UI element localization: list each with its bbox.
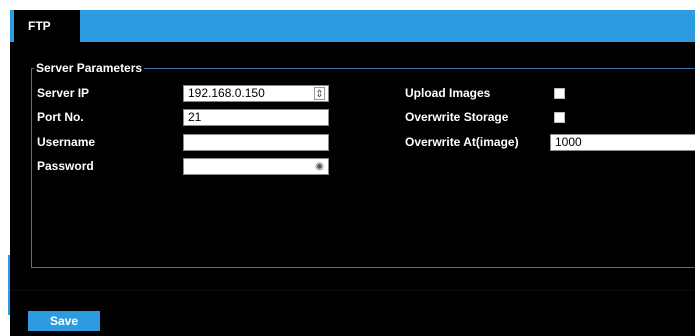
upload-images-checkbox[interactable] <box>554 88 565 99</box>
port-label: Port No. <box>37 110 84 124</box>
server-parameters-legend: Server Parameters <box>36 61 143 75</box>
server-ip-value: 192.168.0.150 <box>188 86 265 100</box>
port-field[interactable]: 21 <box>183 109 329 126</box>
tab-bar: FTP <box>10 10 695 42</box>
overwrite-storage-label: Overwrite Storage <box>405 110 509 124</box>
username-field[interactable] <box>183 134 329 151</box>
tab-ftp[interactable]: FTP <box>14 10 80 42</box>
password-field[interactable]: ◉ <box>183 158 329 175</box>
server-ip-label: Server IP <box>37 86 90 100</box>
username-label: Username <box>37 135 96 149</box>
password-reveal-icon[interactable]: ◉ <box>314 160 325 173</box>
top-strip <box>10 0 695 10</box>
overwrite-at-label: Overwrite At(image) <box>405 135 519 149</box>
overwrite-storage-checkbox[interactable] <box>554 112 565 123</box>
overwrite-at-field[interactable]: 1000 <box>550 134 695 151</box>
server-parameters-group: Server Parameters <box>31 61 695 268</box>
upload-images-label: Upload Images <box>405 86 491 100</box>
divider <box>10 290 695 291</box>
server-ip-field[interactable]: 192.168.0.150 ⇕ <box>183 85 329 102</box>
overwrite-at-value: 1000 <box>555 135 582 149</box>
server-ip-picker-icon[interactable]: ⇕ <box>314 87 325 100</box>
save-button[interactable]: Save <box>28 311 100 331</box>
port-value: 21 <box>188 110 202 124</box>
left-edge <box>0 0 10 336</box>
ftp-panel: FTP Server Parameters Server IP 192.168.… <box>10 0 695 336</box>
password-label: Password <box>37 159 94 173</box>
